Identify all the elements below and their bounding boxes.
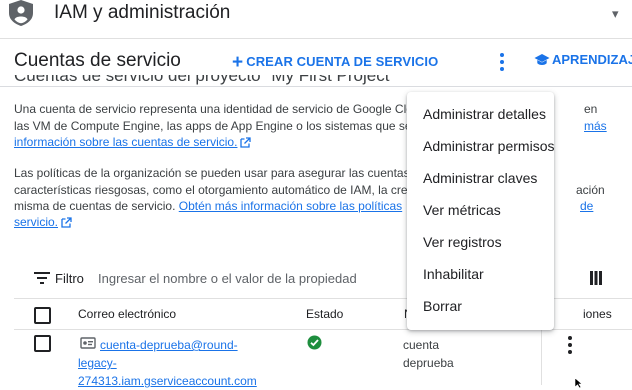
learn-button[interactable]: APRENDIZAJE [534, 52, 632, 67]
service-account-name: cuenta deprueba [403, 338, 454, 370]
learn-label: APRENDIZAJE [552, 52, 632, 67]
service-account-email-link[interactable]: cuenta-deprueba@round- legacy- 274313.ia… [78, 336, 258, 390]
menu-item-manage-details[interactable]: Administrar detalles [407, 98, 554, 130]
page-title: Cuentas de servicio [14, 50, 181, 71]
menu-item-manage-keys[interactable]: Administrar claves [407, 162, 554, 194]
policies-link-tail[interactable]: de [580, 198, 593, 215]
create-service-account-label: CREAR CUENTA DE SERVICIO [246, 54, 439, 69]
column-display-icon[interactable] [590, 271, 602, 285]
column-header-actions: iones [583, 307, 612, 321]
menu-item-manage-permissions[interactable]: Administrar permisos [407, 130, 554, 162]
actions-menu: Administrar detalles Administrar permiso… [407, 92, 554, 330]
description-line: Una cuenta de servicio representa una id… [14, 102, 413, 116]
menu-item-disable[interactable]: Inhabilitar [407, 258, 554, 290]
policy-line: Las políticas de la organización se pued… [14, 166, 410, 180]
policies-link-end[interactable]: servicio. [14, 214, 72, 231]
learn-more-link[interactable]: más [584, 118, 607, 135]
add-icon: + [232, 52, 244, 73]
section-heading: Cuentas de servicio del proyecto "My Fir… [14, 75, 396, 85]
description-line: las VM de Compute Engine, las apps de Ap… [14, 119, 412, 133]
policies-link[interactable]: Obtén más información sobre las política… [179, 199, 402, 213]
filter-list-icon[interactable] [34, 272, 50, 284]
column-header-email[interactable]: Correo electrónico [78, 307, 176, 321]
row-actions-more-vert-icon[interactable] [565, 336, 575, 354]
filter-label: Filtro [55, 271, 84, 286]
menu-item-view-metrics[interactable]: Ver métricas [407, 194, 554, 226]
select-all-checkbox[interactable] [34, 307, 51, 324]
external-link-icon [240, 137, 252, 148]
column-header-status[interactable]: Estado [306, 307, 343, 321]
school-icon [534, 54, 550, 65]
learn-more-service-accounts-link[interactable]: información sobre las cuentas de servici… [14, 134, 252, 151]
policy-line: características riesgosas, como el otorg… [14, 183, 408, 197]
column-divider [541, 330, 542, 385]
menu-item-delete[interactable]: Borrar [407, 290, 554, 322]
product-title: IAM y administración [54, 2, 231, 23]
external-link-icon [61, 217, 72, 228]
more-vert-icon[interactable] [496, 52, 508, 72]
description-line-tail: en [584, 102, 598, 116]
policy-line: misma de cuentas de servicio. Obtén más … [14, 199, 403, 213]
filter-input[interactable] [90, 265, 406, 291]
iam-account-icon [9, 0, 33, 26]
check-circle-icon [307, 335, 322, 350]
row-checkbox[interactable] [34, 335, 51, 352]
dropdown-chevron-icon[interactable]: ▾ [612, 6, 619, 22]
mouse-cursor-icon [575, 378, 583, 388]
create-service-account-button[interactable]: + CREAR CUENTA DE SERVICIO [232, 52, 438, 74]
policy-line-tail: ación [576, 183, 605, 197]
menu-item-view-logs[interactable]: Ver registros [407, 226, 554, 258]
